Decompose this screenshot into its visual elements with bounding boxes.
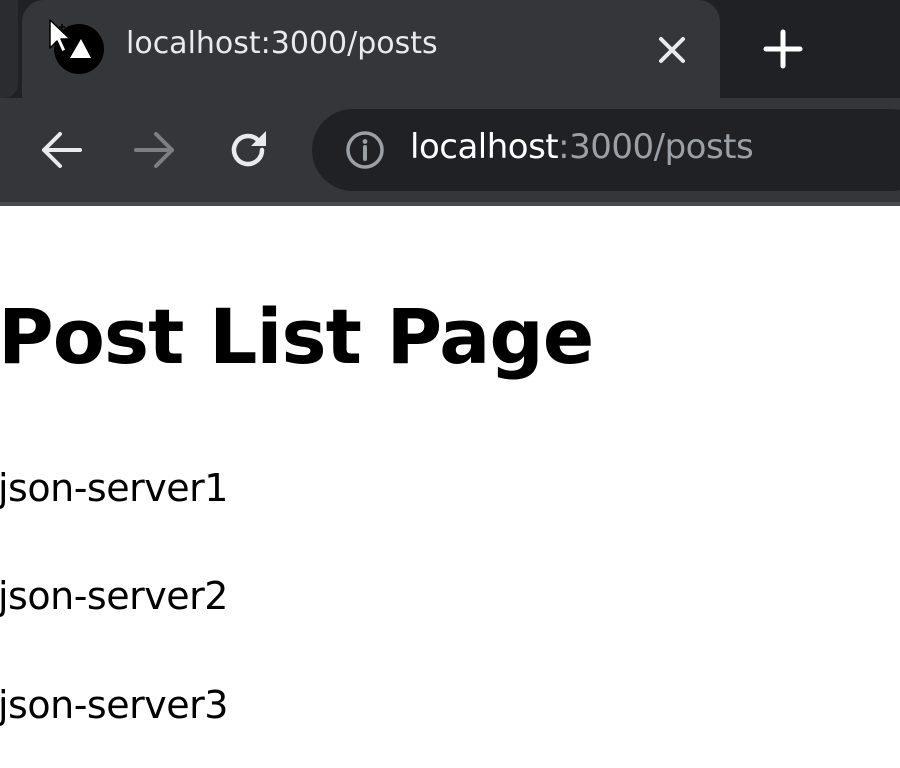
url-path: :3000/posts bbox=[558, 127, 754, 167]
post-list-item: json-server3 bbox=[0, 683, 228, 727]
arrow-left-icon[interactable] bbox=[38, 126, 86, 174]
toolbar: localhost:3000/posts bbox=[0, 98, 900, 202]
url-host: localhost bbox=[410, 127, 559, 167]
tab-strip: localhost:3000/posts bbox=[0, 0, 900, 98]
page-title: Post List Page bbox=[0, 292, 594, 381]
tab-active[interactable]: localhost:3000/posts bbox=[22, 0, 720, 98]
info-icon[interactable] bbox=[344, 129, 386, 171]
plus-icon[interactable] bbox=[760, 26, 806, 72]
browser-chrome: localhost:3000/posts localhost:3000/post… bbox=[0, 0, 900, 206]
page-content: Post List Page json-server1 json-server2… bbox=[0, 206, 900, 768]
address-bar[interactable]: localhost:3000/posts bbox=[312, 109, 900, 191]
arrow-right-icon bbox=[130, 126, 178, 174]
post-list-item: json-server2 bbox=[0, 574, 228, 618]
url-text[interactable]: localhost:3000/posts bbox=[410, 127, 754, 167]
tab-title: localhost:3000/posts bbox=[126, 26, 438, 61]
close-icon[interactable] bbox=[652, 30, 692, 70]
mouse-pointer-icon bbox=[48, 18, 76, 58]
reload-icon[interactable] bbox=[224, 126, 272, 174]
previous-tab-edge[interactable] bbox=[0, 0, 18, 98]
post-list-item: json-server1 bbox=[0, 466, 228, 510]
